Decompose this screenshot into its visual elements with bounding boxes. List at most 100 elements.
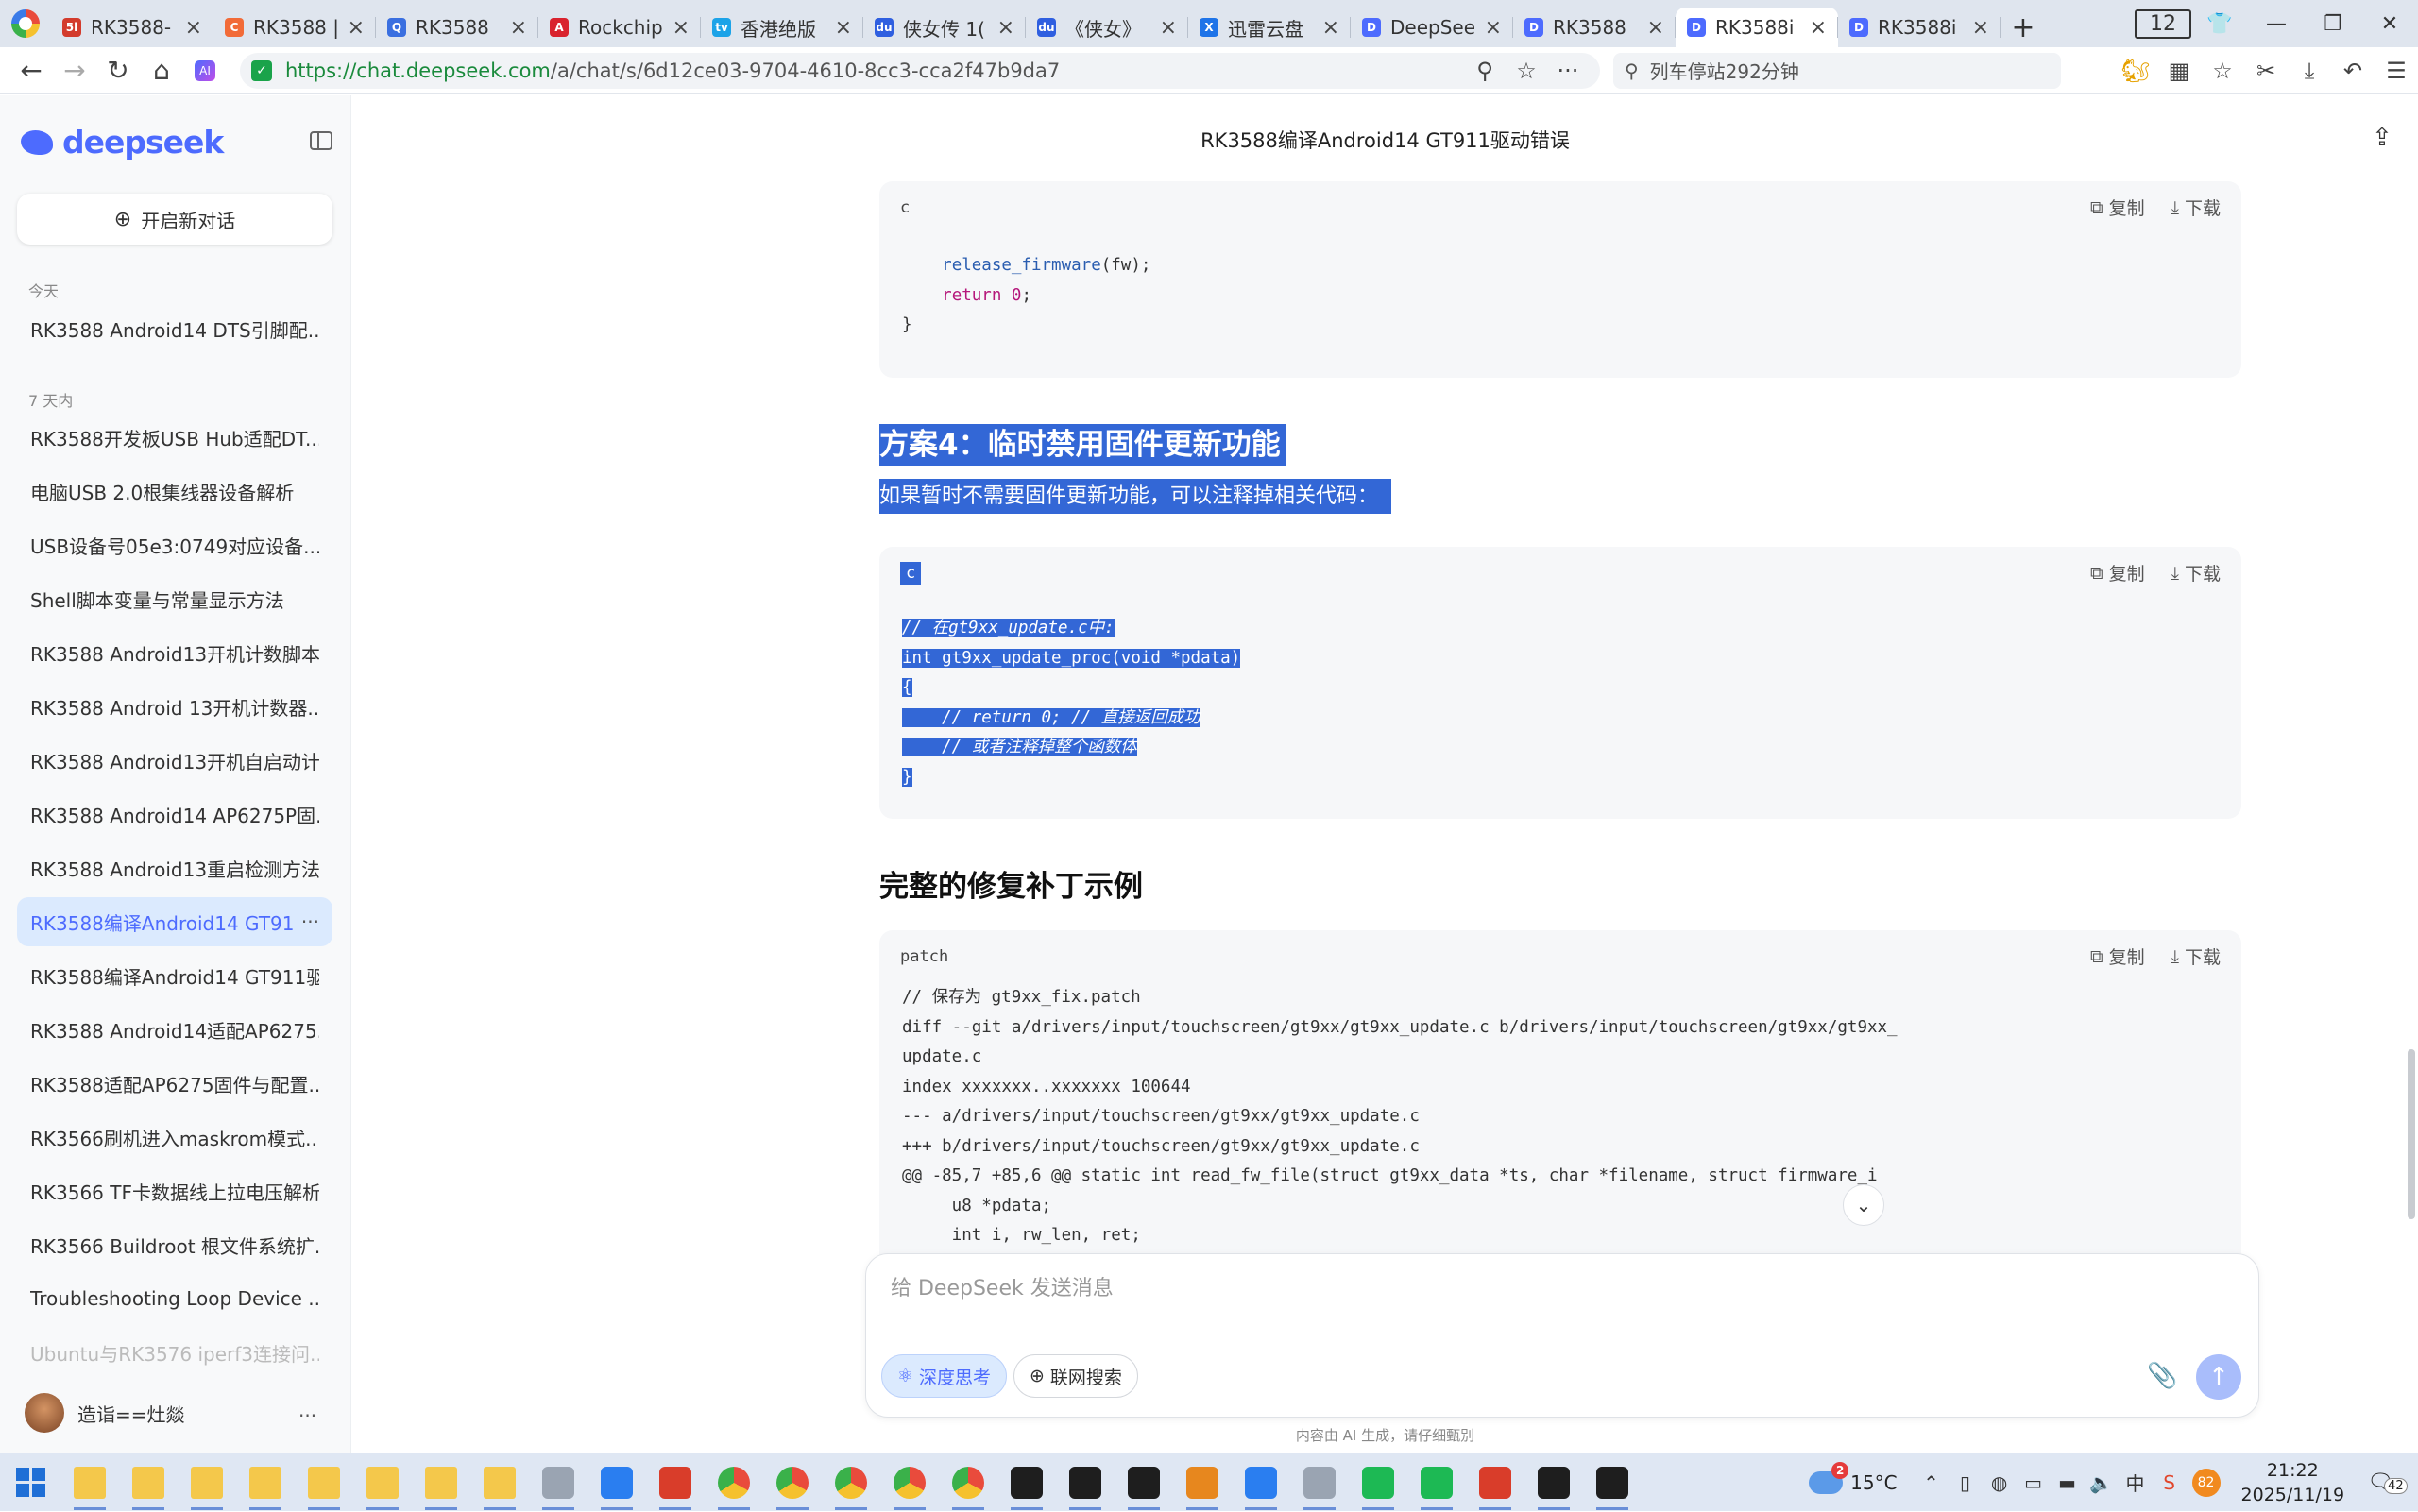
history-item[interactable]: RK3566 TF卡数据线上拉电压解析 <box>17 1166 332 1215</box>
taskbar-weibo-app[interactable] <box>1466 1453 1524 1512</box>
zoom-search-icon[interactable]: ⚲ <box>1464 58 1506 84</box>
web-search-toggle[interactable]: ⊕ 联网搜索 <box>1013 1354 1138 1398</box>
tab-close-icon[interactable]: × <box>835 16 852 40</box>
history-item[interactable]: RK3588 Android14适配AP6275... <box>17 1005 332 1054</box>
usb-icon[interactable]: ▯ <box>1949 1471 1983 1494</box>
close-window-button[interactable]: ✕ <box>2361 12 2418 36</box>
taskbar-browser-4[interactable] <box>880 1453 939 1512</box>
ai-assistant-icon[interactable]: AI <box>183 49 227 93</box>
browser-tab[interactable]: X 迅雷云盘 × <box>1188 8 1351 47</box>
minimize-button[interactable]: — <box>2248 12 2305 36</box>
back-button[interactable]: ← <box>9 49 53 93</box>
url-text[interactable]: https://chat.deepseek.com/a/chat/s/6d12c… <box>285 59 1464 82</box>
weather-widget[interactable]: 2 15°C <box>1809 1461 1898 1494</box>
browser-search-box[interactable]: ⚲ 列车停站292分钟 <box>1613 52 2061 89</box>
battery-icon[interactable]: ▬ <box>2051 1471 2085 1494</box>
attachment-paperclip-icon[interactable]: 📎 <box>2147 1362 2177 1390</box>
history-item[interactable]: RK3566 Buildroot 根文件系统扩... <box>17 1220 332 1269</box>
reload-button[interactable]: ↻ <box>96 49 140 93</box>
browser-tab[interactable]: C RK3588 | × <box>213 8 376 47</box>
taskbar-folder-3[interactable] <box>178 1453 236 1512</box>
battery-level-badge[interactable]: 82 <box>2191 1468 2221 1497</box>
taskbar-editor-app[interactable] <box>1173 1453 1232 1512</box>
browser-tab[interactable]: 5l RK3588- × <box>51 8 213 47</box>
history-item[interactable]: RK3588开发板USB Hub适配DT... <box>17 413 332 462</box>
address-bar[interactable]: ✓ https://chat.deepseek.com/a/chat/s/6d1… <box>240 52 1600 89</box>
taskbar-folder-2[interactable] <box>119 1453 178 1512</box>
bookmark-star-icon[interactable]: ☆ <box>1506 58 1547 84</box>
taskbar-folder-6[interactable] <box>353 1453 412 1512</box>
browser-tab[interactable]: du 《侠女》 × <box>1026 8 1188 47</box>
tab-close-icon[interactable]: × <box>348 16 365 40</box>
history-item[interactable]: RK3588 Android13开机计数脚本 <box>17 628 332 677</box>
shirt-icon[interactable]: 👕 <box>2191 12 2248 36</box>
send-button[interactable]: ↑ <box>2196 1354 2241 1400</box>
tab-close-icon[interactable]: × <box>1810 16 1827 40</box>
sogou-icon[interactable]: S <box>2153 1471 2187 1494</box>
tab-close-icon[interactable]: × <box>997 16 1014 40</box>
browser-tab[interactable]: tv 香港绝版 × <box>701 8 863 47</box>
home-button[interactable]: ⌂ <box>140 49 183 93</box>
history-item[interactable]: 电脑USB 2.0根集线器设备解析 <box>17 467 332 516</box>
history-item[interactable]: RK3588 Android14 AP6275P固... <box>17 790 332 839</box>
taskbar-browser-1[interactable] <box>705 1453 763 1512</box>
browser-tab[interactable]: A Rockchip × <box>538 8 701 47</box>
tab-close-icon[interactable]: × <box>1485 16 1502 40</box>
tab-close-icon[interactable]: × <box>185 16 202 40</box>
taskbar-browser-3[interactable] <box>822 1453 880 1512</box>
forward-button[interactable]: → <box>53 49 96 93</box>
taskbar-wechat-2[interactable] <box>1407 1453 1466 1512</box>
taskbar-folder-8[interactable] <box>470 1453 529 1512</box>
tab-close-icon[interactable]: × <box>1160 16 1177 40</box>
chevron-up-icon[interactable]: ⌃ <box>1915 1471 1949 1494</box>
message-input[interactable] <box>891 1271 2232 1328</box>
menu-icon[interactable]: ☰ <box>2375 58 2418 84</box>
browser-tab[interactable]: D DeepSee × <box>1351 8 1513 47</box>
download-button[interactable]: ⤓ 下载 <box>2171 560 2221 586</box>
copy-button[interactable]: ⧉ 复制 <box>2090 560 2145 586</box>
history-item[interactable]: RK3566刷机进入maskrom模式... <box>17 1113 332 1162</box>
notification-icon[interactable]: 🗨 42 <box>2367 1470 2408 1494</box>
deep-think-toggle[interactable]: ⚛ 深度思考 <box>881 1354 1008 1398</box>
start-button[interactable] <box>0 1453 60 1512</box>
user-profile[interactable]: 造诣==灶燚 <box>25 1393 185 1433</box>
scissors-icon[interactable]: ✂ <box>2244 58 2288 84</box>
clock[interactable]: 21:22 2025/11/19 <box>2241 1458 2345 1507</box>
volume-icon[interactable]: 🔈 <box>2085 1471 2119 1494</box>
network-app-icon[interactable]: ◍ <box>1983 1471 2017 1494</box>
tab-close-icon[interactable]: × <box>673 16 690 40</box>
browser-tab[interactable]: D RK3588 × <box>1513 8 1676 47</box>
favorites-icon[interactable]: ☆ <box>2201 58 2244 84</box>
code-content[interactable]: release_firmware(fw); return 0;} <box>902 251 1150 341</box>
plan4-heading[interactable]: 方案4：临时禁用固件更新功能 <box>879 420 1286 466</box>
more-options-icon[interactable]: ··· <box>1547 58 1589 84</box>
restore-button[interactable]: ❐ <box>2305 12 2361 36</box>
taskbar-app-3[interactable] <box>1115 1453 1173 1512</box>
taskbar-browser-5[interactable] <box>939 1453 997 1512</box>
taskbar-terminal-2[interactable] <box>1583 1453 1642 1512</box>
tab-close-icon[interactable]: × <box>1972 16 1989 40</box>
copy-button[interactable]: ⧉ 复制 <box>2090 195 2145 220</box>
taskbar-ms-app[interactable] <box>1232 1453 1290 1512</box>
taskbar-notes-app[interactable] <box>587 1453 646 1512</box>
scroll-to-bottom-button[interactable]: ⌄ <box>1843 1184 1884 1226</box>
taskbar-app-2[interactable] <box>1056 1453 1115 1512</box>
taskbar-wps-app[interactable] <box>646 1453 705 1512</box>
history-item[interactable]: Ubuntu与RK3576 iperf3连接问... <box>17 1328 332 1377</box>
profile-menu-button[interactable]: ··· <box>298 1404 316 1427</box>
new-tab-button[interactable]: + <box>2001 8 2046 47</box>
display-icon[interactable]: ▭ <box>2017 1471 2051 1494</box>
history-item[interactable]: Shell脚本变量与常量显示方法 <box>17 574 332 623</box>
undo-icon[interactable]: ↶ <box>2331 58 2375 84</box>
history-item[interactable]: RK3588 Android 13开机计数器... <box>17 682 332 731</box>
taskbar-browser-2[interactable] <box>763 1453 822 1512</box>
tab-close-icon[interactable]: × <box>510 16 527 40</box>
taskbar-folder-4[interactable] <box>236 1453 295 1512</box>
download-button[interactable]: ⤓ 下载 <box>2171 195 2221 220</box>
taskbar-tools-app[interactable] <box>1290 1453 1349 1512</box>
deepseek-logo[interactable]: deepseek <box>21 124 224 161</box>
code-content[interactable]: // 保存为 gt9xx_fix.patch diff --git a/drive… <box>902 983 1898 1251</box>
taskbar-folder-5[interactable] <box>295 1453 353 1512</box>
plan4-paragraph[interactable]: 如果暂时不需要固件更新功能，可以注释掉相关代码： <box>879 479 1392 514</box>
download-button[interactable]: ⤓ 下载 <box>2171 943 2221 969</box>
